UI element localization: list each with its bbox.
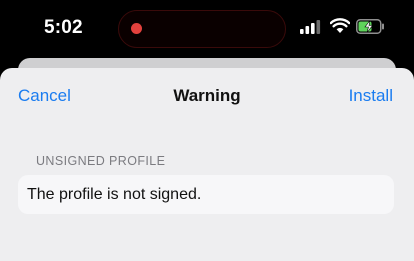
warning-sheet: Cancel Warning Install UNSIGNED PROFILE … — [0, 68, 414, 261]
section-header: UNSIGNED PROFILE — [36, 154, 166, 168]
recording-indicator-icon — [131, 23, 142, 34]
message-cell: The profile is not signed. — [18, 175, 394, 214]
status-time: 5:02 — [44, 17, 83, 38]
battery-charging-icon — [356, 19, 384, 34]
status-bar: 5:02 — [0, 0, 414, 60]
signal-icon — [300, 20, 321, 34]
status-icons — [300, 18, 390, 38]
navigation-bar: Cancel Warning Install — [0, 68, 414, 122]
cancel-button[interactable]: Cancel — [18, 86, 71, 106]
phone-screen: 5:02 Cancel Warning Install UNSIGNED PRO… — [0, 0, 414, 261]
message-text: The profile is not signed. — [27, 186, 202, 203]
dynamic-island[interactable] — [118, 10, 286, 48]
wifi-icon — [330, 18, 350, 33]
install-button[interactable]: Install — [349, 86, 393, 106]
